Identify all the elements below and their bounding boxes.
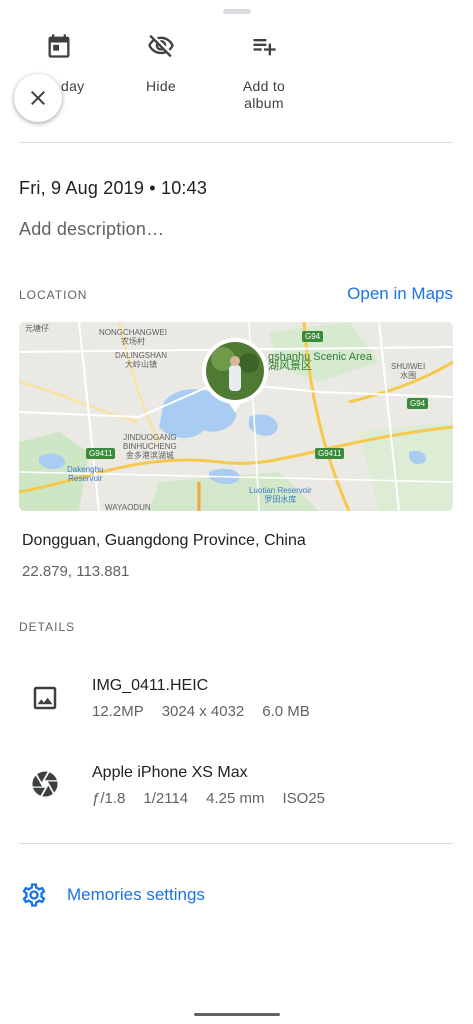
description-field[interactable]: Add description…: [19, 219, 164, 240]
add-to-album-label-line2: album: [244, 95, 284, 111]
map-label-jinduogang: JINDUOGANG BINHUCHENG 金多港滨湖城: [123, 433, 177, 460]
add-to-album-label-line1: Add to: [242, 78, 286, 94]
add-to-album-button[interactable]: Add to album: [209, 32, 319, 112]
map-label-dalingshan: DALINGSHAN 大岭山镇: [115, 351, 168, 369]
file-resolution: 3024 x 4032: [161, 703, 245, 720]
location-map[interactable]: NONGCHANGWEI 农场村 元塘仔 DALINGSHAN 大岭山镇 gsh…: [19, 322, 453, 511]
map-label-yuantang: 元塘仔: [25, 324, 49, 333]
drag-handle[interactable]: [223, 9, 251, 14]
map-label-wayaodun: WAYAODUN: [105, 503, 151, 511]
map-label-dakenghu: Dakenghu Reservoir: [67, 465, 104, 483]
map-label-scenic-area: gshanhu Scenic Area 湖风景区: [268, 351, 372, 372]
divider-top: [19, 142, 453, 143]
file-meta: 12.2MP 3024 x 4032 6.0 MB: [92, 703, 328, 720]
camera-aperture-icon: [32, 771, 58, 797]
photo-datetime[interactable]: Fri, 9 Aug 2019 • 10:43: [19, 178, 207, 199]
map-label-nongchangwei: NONGCHANGWEI 农场村: [99, 328, 167, 346]
settings-gear-icon[interactable]: [20, 881, 48, 909]
playlist-add-icon: [253, 39, 276, 56]
map-label-shuiwei: SHUIWEI 水围: [391, 362, 426, 380]
camera-iso: ISO25: [282, 790, 326, 807]
close-button[interactable]: [14, 74, 62, 122]
open-in-maps-link[interactable]: Open in Maps: [347, 284, 453, 304]
image-icon: [33, 686, 57, 710]
map-label-luotian: Luotian Reservoir 罗田水库: [249, 486, 312, 504]
location-coordinates: 22.879, 113.881: [22, 563, 130, 580]
photo-location-pin[interactable]: [201, 337, 269, 413]
file-name: IMG_0411.HEIC: [92, 677, 209, 694]
file-size: 6.0 MB: [262, 703, 310, 720]
map-shield-g9411: G9411: [86, 448, 116, 459]
camera-model: Apple iPhone XS Max: [92, 764, 248, 781]
hide-button[interactable]: Hide: [106, 32, 216, 95]
map-shield-g9411: G9411: [315, 448, 345, 459]
map-shield-g94: G94: [302, 331, 324, 342]
camera-shutter: 1/2114: [143, 790, 189, 807]
close-icon: [31, 91, 45, 105]
details-section-title: DETAILS: [19, 620, 76, 634]
location-place-name: Dongguan, Guangdong Province, China: [22, 532, 306, 549]
camera-focal-length: 4.25 mm: [206, 790, 265, 807]
eye-off-icon: [148, 34, 174, 58]
gesture-nav-bar[interactable]: [194, 1013, 280, 1016]
location-section-title: LOCATION: [19, 288, 88, 302]
file-megapixels: 12.2MP: [92, 703, 144, 720]
divider-bottom: [19, 843, 453, 844]
hide-label: Hide: [146, 78, 176, 94]
calendar-icon: [48, 34, 70, 58]
memories-settings-link[interactable]: Memories settings: [67, 885, 205, 905]
camera-aperture: ƒ/1.8: [92, 790, 126, 807]
camera-meta: ƒ/1.8 1/2114 4.25 mm ISO25: [92, 790, 343, 807]
map-shield-g94: G94: [407, 398, 429, 409]
